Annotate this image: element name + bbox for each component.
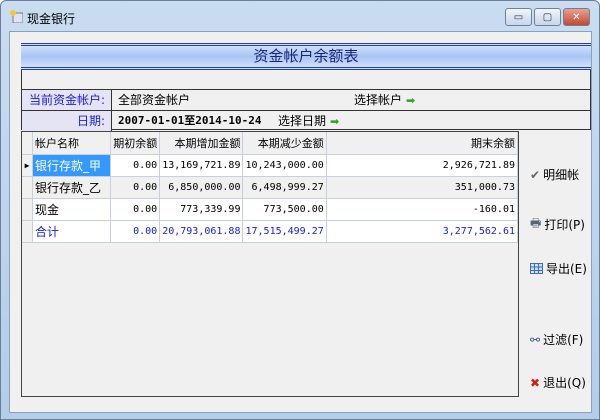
export-button[interactable]: 导出(E)	[530, 260, 587, 277]
cell[interactable]: 773,339.99	[159, 198, 244, 221]
header-row: 帐户名称 期初余额 本期增加金额 本期减少金额 期末余额	[22, 132, 519, 155]
col-header[interactable]: 帐户名称	[32, 132, 112, 155]
filter-label: 过滤(F)	[543, 333, 584, 347]
window: 现金银行 ▭ ▢ ✕ 资金帐户余额表 当前资金帐户: 全部资金帐户 选择帐户 ➡ …	[0, 0, 600, 420]
check-icon: ✔	[530, 167, 541, 182]
arrow-right-icon: ➡	[330, 115, 340, 128]
cell[interactable]: 合计	[32, 220, 112, 243]
printer-icon: 🖶	[530, 216, 542, 230]
cell[interactable]: 17,515,499.27	[242, 220, 327, 243]
binoculars-icon: ⚯	[530, 332, 541, 347]
select-account-button[interactable]: 选择帐户 ➡	[354, 90, 415, 110]
filter-button[interactable]: ⚯ 过滤(F)	[530, 331, 583, 348]
date-value: 2007-01-01至2014-10-24	[118, 114, 262, 127]
table-row[interactable]: ▶ 银行存款_甲 0.00 13,169,721.89 10,243,000.0…	[22, 154, 519, 177]
account-row: 当前资金帐户: 全部资金帐户 选择帐户 ➡	[22, 90, 590, 111]
col-header[interactable]: 期初余额	[110, 132, 161, 155]
cell[interactable]: 银行存款_乙	[32, 176, 112, 199]
row-indicator	[22, 176, 33, 199]
cell[interactable]: 现金	[32, 198, 112, 221]
blank-row	[22, 70, 590, 90]
cell[interactable]: 6,498,999.27	[242, 176, 327, 199]
cell[interactable]: 773,500.00	[242, 198, 327, 221]
select-account-label: 选择帐户	[354, 93, 403, 107]
exit-button[interactable]: ✖ 退出(Q)	[530, 374, 586, 391]
row-indicator	[22, 220, 33, 243]
export-label: 导出(E)	[546, 262, 587, 276]
close-x-icon: ✖	[530, 375, 541, 390]
close-button[interactable]: ✕	[563, 8, 590, 26]
date-label: 日期:	[22, 111, 112, 132]
cell[interactable]: 6,850,000.00	[159, 176, 244, 199]
table-row[interactable]: 银行存款_乙 0.00 6,850,000.00 6,498,999.27 35…	[22, 176, 519, 199]
cell[interactable]: 0.00	[110, 220, 161, 243]
cell[interactable]: 20,793,061.88	[159, 220, 244, 243]
select-date-button[interactable]: 选择日期 ➡	[278, 111, 339, 132]
cell[interactable]: 2,926,721.89	[326, 154, 519, 177]
detail-label: 明细帐	[543, 168, 580, 182]
report-title: 资金帐户余额表	[21, 43, 591, 70]
table-icon	[530, 263, 543, 274]
col-header[interactable]: 本期增加金额	[159, 132, 244, 155]
col-header[interactable]: 本期减少金额	[242, 132, 327, 155]
cell[interactable]: 银行存款_甲	[32, 154, 112, 177]
detail-button[interactable]: ✔ 明细帐	[530, 166, 579, 183]
print-button[interactable]: 🖶 打印(P)	[530, 214, 585, 235]
table-row[interactable]: 现金 0.00 773,339.99 773,500.00 -160.01	[22, 198, 519, 221]
account-value: 全部资金帐户	[118, 93, 191, 107]
col-header[interactable]: 期末余额	[326, 132, 519, 155]
balance-grid[interactable]: 帐户名称 期初余额 本期增加金额 本期减少金额 期末余额 ▶ 银行存款_甲 0.…	[21, 131, 519, 397]
cell[interactable]: 0.00	[110, 154, 161, 177]
account-label: 当前资金帐户:	[22, 90, 112, 110]
cell[interactable]: 0.00	[110, 176, 161, 199]
cell[interactable]: 0.00	[110, 198, 161, 221]
window-title: 现金银行	[27, 12, 76, 26]
filter-panel: 当前资金帐户: 全部资金帐户 选择帐户 ➡ 日期: 2007-01-01至2014…	[21, 70, 591, 132]
select-date-label: 选择日期	[278, 114, 327, 128]
maximize-button[interactable]: ▢	[534, 8, 561, 26]
indicator-header	[22, 132, 33, 155]
total-row[interactable]: 合计 0.00 20,793,061.88 17,515,499.27 3,27…	[22, 220, 519, 243]
minimize-button[interactable]: ▭	[505, 8, 532, 26]
cell[interactable]: 10,243,000.00	[242, 154, 327, 177]
client-area: 资金帐户余额表 当前资金帐户: 全部资金帐户 选择帐户 ➡ 日期: 2007-01…	[9, 31, 592, 413]
arrow-right-icon: ➡	[406, 94, 416, 107]
print-label: 打印(P)	[544, 218, 585, 232]
cell[interactable]: 3,277,562.61	[326, 220, 519, 243]
cell[interactable]: 351,000.73	[326, 176, 519, 199]
cell[interactable]: -160.01	[326, 198, 519, 221]
exit-label: 退出(Q)	[543, 376, 586, 390]
app-icon	[10, 10, 23, 23]
row-indicator	[22, 198, 33, 221]
row-pointer-icon: ▶	[22, 154, 33, 177]
date-row: 日期: 2007-01-01至2014-10-24 选择日期 ➡	[22, 111, 590, 132]
cell[interactable]: 13,169,721.89	[159, 154, 244, 177]
